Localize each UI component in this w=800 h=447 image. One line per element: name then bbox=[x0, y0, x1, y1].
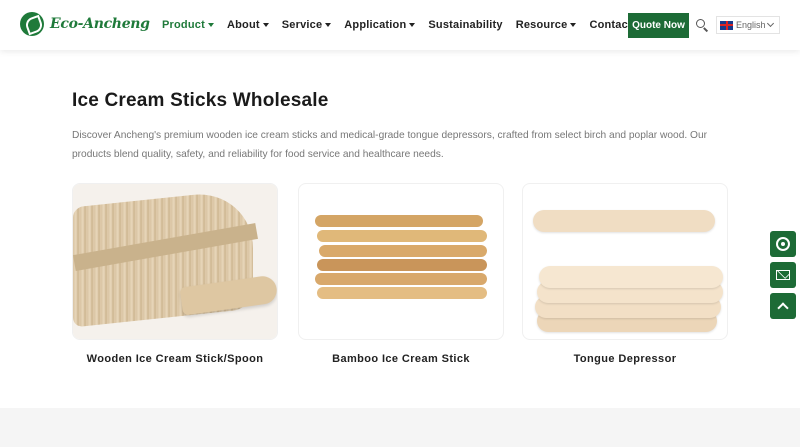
tongue-depressor-image[interactable] bbox=[522, 183, 728, 340]
quote-now-button[interactable]: Quote Now bbox=[628, 13, 689, 38]
nav-item-resource[interactable]: Resource bbox=[516, 19, 577, 31]
caret-down-icon bbox=[409, 23, 416, 27]
product-card-tongue[interactable]: Tongue Depressor bbox=[522, 183, 728, 365]
chevron-down-icon bbox=[766, 19, 774, 28]
product-name[interactable]: Bamboo Ice Cream Stick bbox=[298, 353, 504, 365]
nav-label: Resource bbox=[515, 19, 568, 31]
leaf-logo-icon bbox=[20, 12, 44, 36]
language-selector[interactable]: English bbox=[716, 16, 780, 34]
bamboo-sticks-image[interactable] bbox=[298, 183, 504, 340]
page-description: Discover Ancheng's premium wooden ice cr… bbox=[72, 130, 708, 160]
nav-label: Service bbox=[281, 19, 323, 31]
caret-down-icon bbox=[325, 23, 332, 27]
search-icon[interactable] bbox=[696, 19, 709, 32]
nav-item-product[interactable]: Product bbox=[162, 19, 214, 31]
language-label: English bbox=[736, 20, 766, 30]
page-title: Ice Cream Sticks Wholesale bbox=[72, 90, 329, 111]
whatsapp-button[interactable] bbox=[770, 231, 796, 257]
nav-item-service[interactable]: Service bbox=[282, 19, 332, 31]
whatsapp-icon bbox=[776, 237, 790, 251]
caret-down-icon bbox=[207, 23, 214, 27]
logo[interactable]: Eco-Ancheng bbox=[20, 12, 150, 36]
back-to-top-button[interactable] bbox=[770, 293, 796, 319]
product-card-wooden[interactable]: Wooden Ice Cream Stick/Spoon bbox=[72, 183, 278, 365]
product-card-bamboo[interactable]: Bamboo Ice Cream Stick bbox=[298, 183, 504, 365]
nav-label: Application bbox=[344, 19, 407, 31]
uk-flag-icon bbox=[720, 20, 733, 30]
nav-label: Sustainability bbox=[428, 19, 503, 31]
nav-label: About bbox=[226, 19, 260, 31]
nav-label: Product bbox=[162, 19, 205, 31]
product-name[interactable]: Wooden Ice Cream Stick/Spoon bbox=[72, 353, 278, 365]
nav-item-application[interactable]: Application bbox=[344, 19, 416, 31]
nav-item-sustainability[interactable]: Sustainability bbox=[428, 19, 502, 31]
mail-icon bbox=[776, 270, 790, 280]
main-nav: Product About Service Application Sustai… bbox=[162, 0, 645, 50]
email-button[interactable] bbox=[770, 262, 796, 288]
wooden-sticks-image[interactable] bbox=[72, 183, 278, 340]
nav-item-about[interactable]: About bbox=[227, 19, 269, 31]
arrow-up-icon bbox=[777, 302, 789, 314]
logo-text: Eco-Ancheng bbox=[50, 16, 150, 32]
caret-down-icon bbox=[570, 23, 577, 27]
nav-item-contact[interactable]: Contact bbox=[589, 19, 631, 31]
nav-label: Contact bbox=[589, 19, 632, 31]
caret-down-icon bbox=[262, 23, 269, 27]
product-name[interactable]: Tongue Depressor bbox=[522, 353, 728, 365]
site-header: Eco-Ancheng Product About Service Applic… bbox=[0, 0, 800, 50]
next-section-band bbox=[0, 408, 800, 447]
